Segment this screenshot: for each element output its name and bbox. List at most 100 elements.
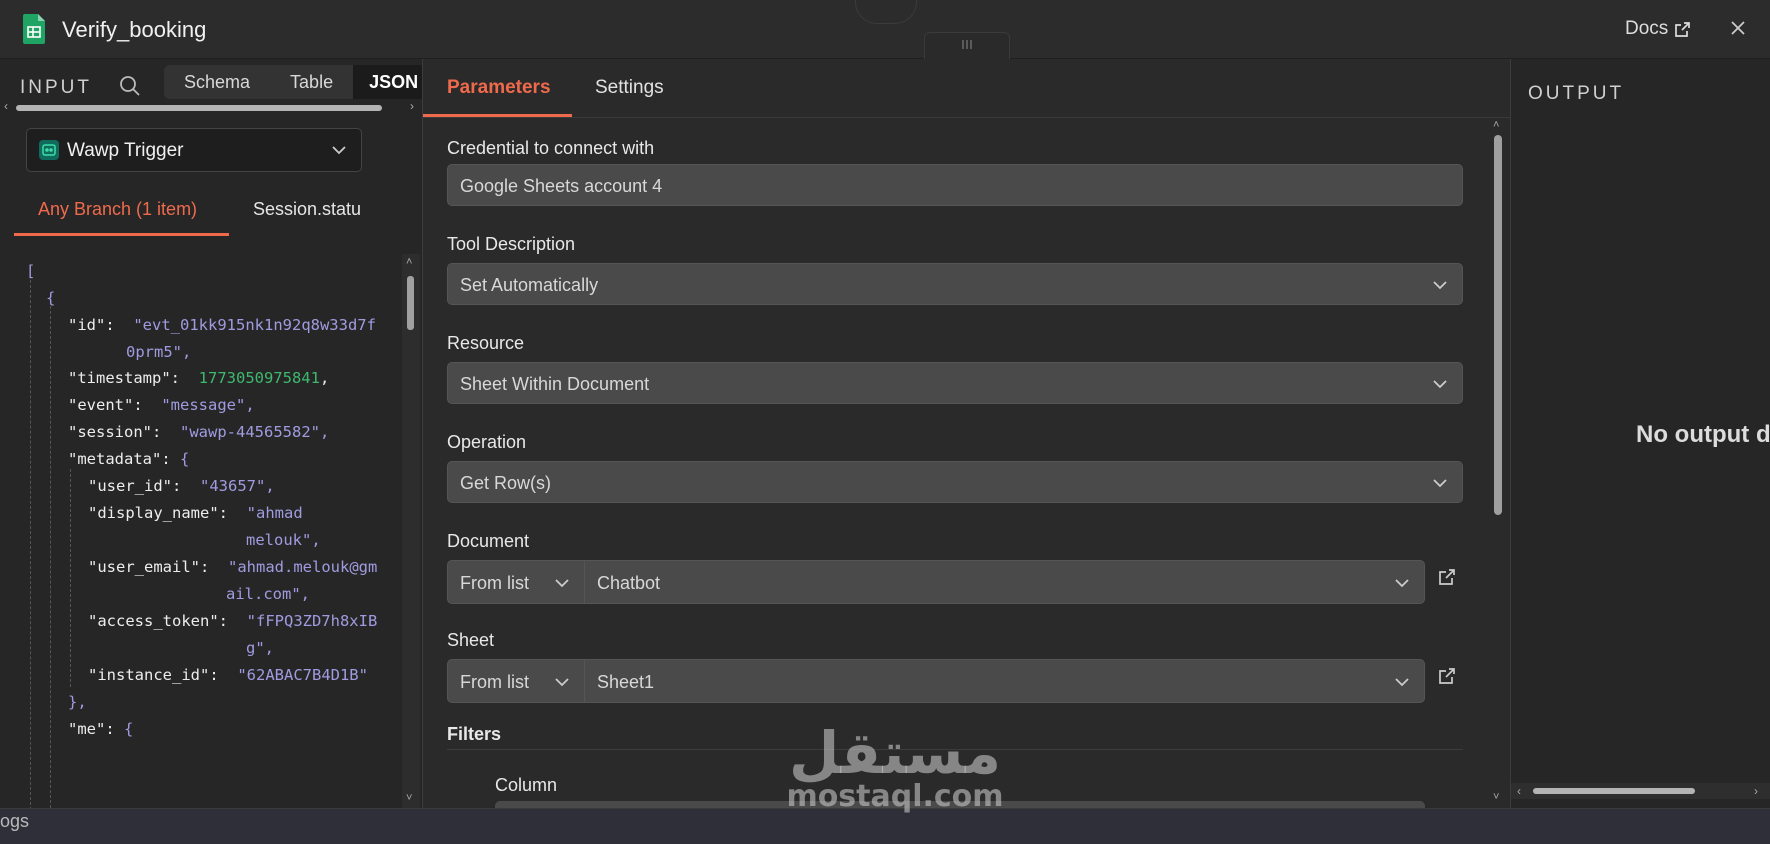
sheet-mode-select[interactable]: From list [447, 659, 585, 703]
tab-json[interactable]: JSON [353, 65, 422, 99]
operation-select[interactable]: Get Row(s) [447, 461, 1463, 503]
json-line: "id": "evt_01kk915nk1n92q8w33d7f [68, 316, 376, 334]
input-node-select[interactable]: Wawp Trigger [26, 128, 362, 172]
json-line: ail.com", [226, 585, 310, 603]
tab-schema[interactable]: Schema [164, 65, 270, 99]
json-line: 0prm5", [126, 343, 192, 361]
scrollbar-thumb[interactable] [407, 276, 414, 330]
node-editor-modal: Verify_booking Docs INPUT Schema Table J… [0, 0, 1770, 809]
json-line: "metadata": { [68, 450, 190, 468]
tab-table[interactable]: Table [270, 65, 353, 99]
parameters-vertical-scrollbar[interactable]: ˄ ˅ [1489, 119, 1507, 808]
json-line: "user_id": "43657", [88, 477, 275, 495]
json-line: "event": "message", [68, 396, 255, 414]
tool-description-value: Set Automatically [460, 275, 599, 295]
output-panel-label: OUTPUT [1528, 83, 1625, 104]
scroll-left-arrow-icon[interactable]: ‹ [1517, 784, 1521, 798]
scroll-down-arrow-icon[interactable]: ˅ [406, 792, 412, 804]
no-output-message: No output d [1636, 421, 1770, 448]
document-mode-value: From list [460, 573, 529, 593]
document-locator: From list Chatbot [447, 560, 1425, 604]
docs-label: Docs [1625, 18, 1669, 39]
chevron-down-icon [1432, 278, 1448, 296]
resource-select[interactable]: Sheet Within Document [447, 362, 1463, 404]
scroll-left-arrow-icon[interactable]: ‹ [4, 99, 8, 113]
resource-value: Sheet Within Document [460, 374, 650, 394]
scrollbar-thumb[interactable] [16, 105, 382, 111]
open-sheet-external-link-icon[interactable] [1437, 666, 1457, 691]
document-value: Chatbot [597, 573, 661, 593]
document-label: Document [447, 531, 530, 551]
sheet-mode-value: From list [460, 672, 529, 692]
json-line: "timestamp": 1773050975841, [68, 369, 330, 387]
tool-description-label: Tool Description [447, 234, 576, 254]
document-mode-select[interactable]: From list [447, 560, 585, 604]
external-link-icon [1675, 21, 1691, 37]
document-select[interactable]: Chatbot [585, 560, 1425, 604]
credential-select[interactable]: Google Sheets account 4 [447, 164, 1463, 206]
indent-guide [30, 280, 31, 808]
scroll-down-arrow-icon[interactable]: ˅ [1493, 791, 1499, 803]
resource-label: Resource [447, 333, 525, 353]
panel-drag-handle[interactable] [924, 32, 1010, 59]
json-viewer: [ { "id": "evt_01kk915nk1n92q8w33d7f 0pr… [0, 254, 400, 808]
credential-label: Credential to connect with [447, 138, 655, 158]
active-tab-indicator [423, 114, 572, 117]
open-document-external-link-icon[interactable] [1437, 567, 1457, 592]
parameters-panel: Parameters Settings Credential to connec… [422, 59, 1511, 808]
wawp-node-icon [39, 140, 59, 160]
sheet-locator: From list Sheet1 [447, 659, 1425, 703]
chevron-down-icon [1432, 377, 1448, 395]
tab-settings[interactable]: Settings [595, 77, 664, 99]
json-line: g", [246, 639, 274, 657]
chevron-down-icon [554, 675, 570, 693]
input-panel: INPUT Schema Table JSON ‹ › Wawp Trigger… [0, 59, 422, 808]
parameters-tabbar: Parameters Settings [423, 59, 1511, 118]
tab-session-status[interactable]: Session.statu [253, 199, 375, 220]
chevron-down-icon [331, 143, 347, 161]
input-horizontal-scrollbar[interactable]: ‹ › [2, 99, 420, 114]
scroll-up-arrow-icon[interactable]: ˄ [406, 256, 412, 268]
back-to-canvas-button[interactable] [855, 0, 917, 24]
chevron-down-icon [1394, 675, 1410, 693]
logs-toggle[interactable]: ogs [0, 811, 29, 832]
json-line: "display_name": "ahmad [88, 504, 303, 522]
operation-label: Operation [447, 432, 527, 452]
json-line: [ [26, 262, 36, 280]
scrollbar-thumb[interactable] [1494, 135, 1502, 515]
scroll-up-arrow-icon[interactable]: ˄ [1493, 119, 1499, 131]
output-horizontal-scrollbar[interactable]: ‹ › [1511, 783, 1770, 799]
json-line: "me": { [68, 720, 134, 738]
indent-guide [70, 469, 71, 687]
branch-tabs: Any Branch (1 item) Session.statu [14, 179, 422, 236]
sheet-select[interactable]: Sheet1 [585, 659, 1425, 703]
mostaql-watermark: مستقل mostaql.com [770, 720, 1020, 812]
close-icon[interactable] [1726, 16, 1750, 45]
json-line: { [46, 289, 56, 307]
tool-description-select[interactable]: Set Automatically [447, 263, 1463, 305]
json-line: "user_email": "ahmad.melouk@gm [88, 558, 378, 576]
scrollbar-thumb[interactable] [1533, 788, 1695, 794]
output-panel: OUTPUT No output d ‹ › [1510, 59, 1770, 808]
watermark-arabic-text: مستقل [788, 719, 1002, 787]
json-line: "session": "wawp-44565582", [68, 423, 330, 441]
json-line: }, [68, 693, 87, 711]
docs-link[interactable]: Docs [1625, 18, 1691, 40]
column-label: Column [495, 775, 558, 795]
credential-value: Google Sheets account 4 [460, 176, 663, 196]
input-vertical-scrollbar[interactable]: ˄ ˅ [402, 254, 420, 808]
input-panel-label: INPUT [20, 77, 92, 98]
sheet-value: Sheet1 [597, 672, 655, 692]
tab-parameters[interactable]: Parameters [447, 77, 551, 99]
scroll-right-arrow-icon[interactable]: › [410, 99, 414, 113]
json-line: melouk", [246, 531, 321, 549]
search-icon[interactable] [118, 74, 142, 103]
scroll-right-arrow-icon[interactable]: › [1754, 784, 1758, 798]
modal-header: Verify_booking Docs [0, 0, 1770, 59]
google-sheets-icon [23, 14, 45, 49]
filters-heading: Filters [447, 724, 502, 744]
indent-guide [50, 306, 51, 808]
json-line: "instance_id": "62ABAC7B4D1B" [88, 666, 368, 684]
node-title[interactable]: Verify_booking [62, 17, 206, 43]
tab-any-branch[interactable]: Any Branch (1 item) [38, 199, 197, 220]
